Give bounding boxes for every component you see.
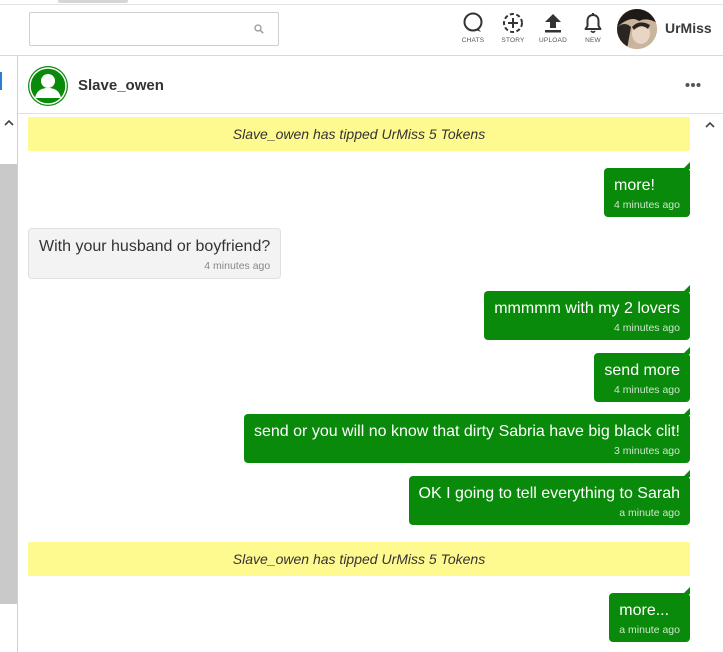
message-text: more! <box>614 177 655 194</box>
nav-upload-label: UPLOAD <box>539 37 567 44</box>
search-input[interactable] <box>38 19 248 39</box>
user-avatar[interactable] <box>617 9 657 49</box>
message-text: send more <box>604 362 680 379</box>
browser-strip <box>0 0 723 5</box>
nav-story[interactable]: STORY <box>493 12 533 52</box>
chat-bubble-icon <box>463 12 483 32</box>
contact-name[interactable]: Slave_owen <box>78 77 164 94</box>
message-time: 3 minutes ago <box>614 445 680 457</box>
message-text: With your husband or boyfriend? <box>39 238 271 255</box>
message-text: mmmmm with my 2 lovers <box>494 300 680 317</box>
message-text: more... <box>619 602 670 619</box>
sidebar-active-indicator <box>0 72 2 90</box>
nav-chats-label: CHATS <box>461 37 485 44</box>
message-time: a minute ago <box>619 624 680 636</box>
message-time: 4 minutes ago <box>614 199 680 211</box>
received-message[interactable]: With your husband or boyfriend? 4 minute… <box>28 228 282 279</box>
chat-scroll-up-icon[interactable] <box>705 120 715 130</box>
tab-stub[interactable] <box>58 0 128 3</box>
upload-arrow-icon <box>545 14 561 33</box>
contact-avatar[interactable] <box>28 66 68 106</box>
nav-story-label: STORY <box>501 37 525 44</box>
message-text: send or you will no know that dirty Sabr… <box>254 423 680 440</box>
message-list[interactable]: Slave_owen has tipped UrMiss 5 Tokens mo… <box>18 114 723 652</box>
sent-message[interactable]: OK I going to tell everything to Sarah a… <box>408 470 691 525</box>
username[interactable]: UrMiss <box>665 20 712 36</box>
default-user-icon <box>29 67 67 105</box>
search-box[interactable] <box>29 12 279 46</box>
sent-message[interactable]: mmmmm with my 2 lovers 4 minutes ago <box>484 285 690 340</box>
user-photo <box>617 9 657 49</box>
bell-icon <box>584 13 602 34</box>
tip-text: Slave_owen has tipped UrMiss 5 Tokens <box>232 126 486 142</box>
conversation-sidebar <box>0 56 18 652</box>
sent-message[interactable]: more! 4 minutes ago <box>604 162 690 217</box>
top-bar: CHATS STORY UPLOAD NEW UrMiss <box>0 0 723 56</box>
message-text: OK I going to tell everything to Sarah <box>418 485 680 502</box>
sent-message[interactable]: send or you will no know that dirty Sabr… <box>244 408 690 463</box>
nav-new-label: NEW <box>585 37 601 44</box>
message-time: 4 minutes ago <box>204 260 271 272</box>
sidebar-scrollbar[interactable] <box>0 164 17 604</box>
nav-upload[interactable]: UPLOAD <box>533 12 573 52</box>
message-time: a minute ago <box>619 507 680 519</box>
tip-notice: Slave_owen has tipped UrMiss 5 Tokens <box>28 117 690 151</box>
sent-message[interactable]: send more 4 minutes ago <box>594 347 690 402</box>
tip-notice: Slave_owen has tipped UrMiss 5 Tokens <box>28 542 690 576</box>
nav-chats[interactable]: CHATS <box>453 12 493 52</box>
story-plus-icon <box>503 13 523 33</box>
tip-text: Slave_owen has tipped UrMiss 5 Tokens <box>232 551 486 567</box>
sent-message[interactable]: more... a minute ago <box>609 587 690 642</box>
more-options-icon[interactable] <box>685 82 701 88</box>
message-time: 4 minutes ago <box>614 322 680 334</box>
sidebar-scroll-up-icon[interactable] <box>4 118 14 128</box>
search-icon[interactable] <box>254 24 264 34</box>
message-time: 4 minutes ago <box>614 384 680 396</box>
nav-new[interactable]: NEW <box>573 12 613 52</box>
chat-header: Slave_owen <box>18 56 723 114</box>
